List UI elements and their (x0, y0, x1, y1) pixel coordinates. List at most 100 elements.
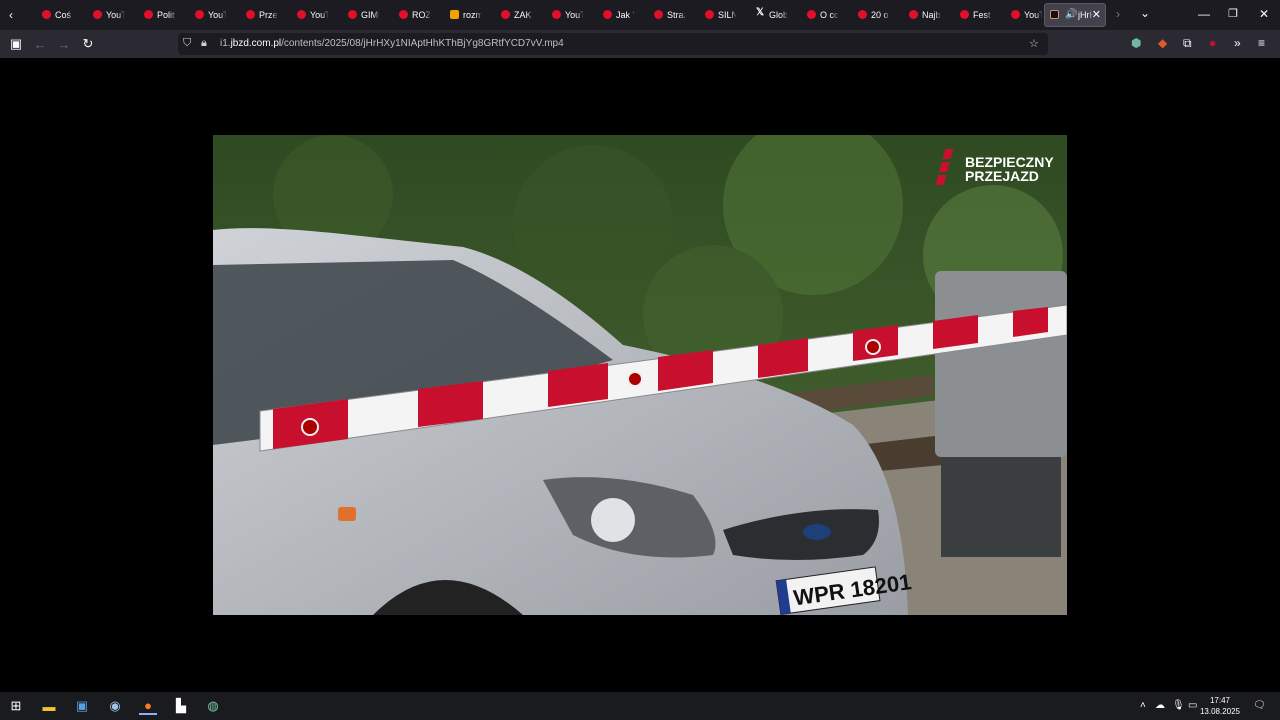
tab[interactable]: ZAKO (481, 0, 532, 30)
tab[interactable]: rozmo (430, 0, 481, 30)
menu-hamburger-icon[interactable]: ≡ (1258, 36, 1265, 50)
clock-time: 17:47 (1209, 696, 1230, 705)
youtube-icon (501, 10, 510, 19)
extension-shield-icon[interactable]: ⬢ (1131, 36, 1141, 50)
youtube-icon (552, 10, 561, 19)
taskbar-clock[interactable]: 17:47 13.08.2025 (1200, 695, 1240, 717)
watermark-line2: PRZEJAZD (965, 168, 1039, 184)
tab-label: YouTu (310, 10, 328, 20)
shield-icon[interactable]: ⛉ (183, 37, 191, 50)
side-indicator (338, 507, 356, 521)
tab[interactable]: 𝕏 Globa (736, 0, 787, 30)
youtube-icon (246, 10, 255, 19)
tab-strip: Coś w YouTu Polity YouTu Przem YouTu GIMP ROZM r… (22, 0, 1042, 30)
tab-scroll-right-icon[interactable]: › (1116, 7, 1120, 21)
youtube-icon (909, 10, 918, 19)
tab[interactable]: Coś w (22, 0, 73, 30)
tab-label: YouTu (565, 10, 583, 20)
tab-label: rozmo (463, 10, 481, 20)
video-player[interactable]: WPR 18201 BEZPIECZNY PRZEJAZD (213, 135, 1067, 615)
onedrive-cloud-icon[interactable]: ☁ (1155, 700, 1165, 711)
windows-start-icon[interactable]: ⊞ (7, 697, 25, 715)
microphone-icon[interactable]: 🎙︎ (1172, 700, 1185, 711)
url-bar[interactable]: ⛉ 🔒︎ i1.jbzd.com.pl/contents/2025/08/jHr… (178, 33, 1048, 55)
bookmark-star-icon[interactable]: ☆ (1029, 37, 1039, 50)
tab-label: O co (820, 10, 838, 20)
window-minimize-icon[interactable]: — (1198, 7, 1210, 21)
tab[interactable]: ROZM (379, 0, 430, 30)
tab[interactable]: Straż (634, 0, 685, 30)
file-explorer-icon[interactable]: ▬ (40, 697, 58, 715)
app-monitor-icon[interactable]: ▣ (73, 697, 91, 715)
barrier-post-base (941, 457, 1061, 557)
youtube-icon (297, 10, 306, 19)
tab[interactable]: GIMP (328, 0, 379, 30)
lock-icon[interactable]: 🔒︎ (201, 37, 207, 50)
tab-label: Straż (667, 10, 685, 20)
video-icon (1050, 10, 1059, 19)
forward-button[interactable]: → (55, 35, 73, 53)
tab[interactable]: SILNA (685, 0, 736, 30)
tab[interactable]: Jak "k (583, 0, 634, 30)
window-restore-icon[interactable]: ❐ (1228, 7, 1238, 20)
ford-logo (803, 524, 831, 540)
network-icon[interactable]: ▭ (1188, 700, 1197, 711)
extension-fox-icon[interactable]: ◆ (1158, 36, 1167, 50)
tab[interactable]: Najba (889, 0, 940, 30)
tab-list-chevron-icon[interactable]: ⌄ (1140, 6, 1150, 20)
speaker-icon[interactable]: 🔊 (1065, 9, 1077, 20)
tab-label: Przem (259, 10, 277, 20)
ublock-icon[interactable]: ● (1209, 36, 1216, 50)
video-frame: WPR 18201 BEZPIECZNY PRZEJAZD (213, 135, 1067, 615)
extensions-puzzle-icon[interactable]: ⧉ (1183, 36, 1192, 51)
tab[interactable]: YouTu (73, 0, 124, 30)
tab-close-icon[interactable]: ✕ (1092, 8, 1101, 21)
clock-date: 13.08.2025 (1199, 707, 1240, 716)
tab-label: GIMP (361, 10, 379, 20)
barrier-post (935, 271, 1067, 457)
back-button[interactable]: ← (31, 35, 49, 53)
notifications-icon[interactable]: 🗨︎ (1253, 700, 1266, 711)
tab-label: YouTu (106, 10, 124, 20)
youtube-icon (399, 10, 408, 19)
reflector-light (865, 339, 881, 355)
tab-label: SILNA (718, 10, 736, 20)
app-l-icon[interactable]: ▙ (172, 697, 190, 715)
tab-label: ROZM (412, 10, 430, 20)
tab-label: Globa (769, 10, 787, 20)
youtube-icon (1011, 10, 1020, 19)
tab-label: Festiv (973, 10, 991, 20)
tab[interactable]: Przem (226, 0, 277, 30)
tab[interactable]: 20 os (838, 0, 889, 30)
tab-label: 20 os (871, 10, 889, 20)
youtube-icon (705, 10, 714, 19)
tab-active[interactable]: 🔊 jHrH ✕ (1044, 3, 1106, 27)
tab[interactable]: YouTu (175, 0, 226, 30)
tab[interactable]: Festiv (940, 0, 991, 30)
tab[interactable]: YouTu (991, 0, 1042, 30)
tab-label: Jak "k (616, 10, 634, 20)
reflector-light (301, 418, 319, 436)
steam-icon[interactable]: ◉ (106, 697, 124, 715)
firefox-icon[interactable]: ● (139, 697, 157, 715)
tab[interactable]: YouTu (532, 0, 583, 30)
youtube-icon (348, 10, 357, 19)
tab-label: ZAKO (514, 10, 532, 20)
tab[interactable]: YouTu (277, 0, 328, 30)
window-close-icon[interactable]: ✕ (1259, 7, 1269, 21)
reload-button[interactable]: ↻ (79, 35, 97, 53)
tab-label: YouTu (1024, 10, 1042, 20)
headlight-lens (591, 498, 635, 542)
youtube-icon (654, 10, 663, 19)
app-globe-icon[interactable]: ◍ (204, 697, 222, 715)
url-text[interactable]: i1.jbzd.com.pl/contents/2025/08/jHrHXy1N… (220, 38, 564, 49)
tray-chevron-up-icon[interactable]: ˄ (1140, 700, 1146, 711)
tab[interactable]: O co (787, 0, 838, 30)
overflow-chevrons-icon[interactable]: » (1234, 36, 1241, 50)
sidebar-toggle-icon[interactable]: ▣ (7, 35, 25, 53)
youtube-icon (93, 10, 102, 19)
tab-scroll-left-icon[interactable]: ‹ (0, 0, 22, 30)
tab[interactable]: Polity (124, 0, 175, 30)
youtube-icon (195, 10, 204, 19)
reflector-light (627, 371, 643, 387)
